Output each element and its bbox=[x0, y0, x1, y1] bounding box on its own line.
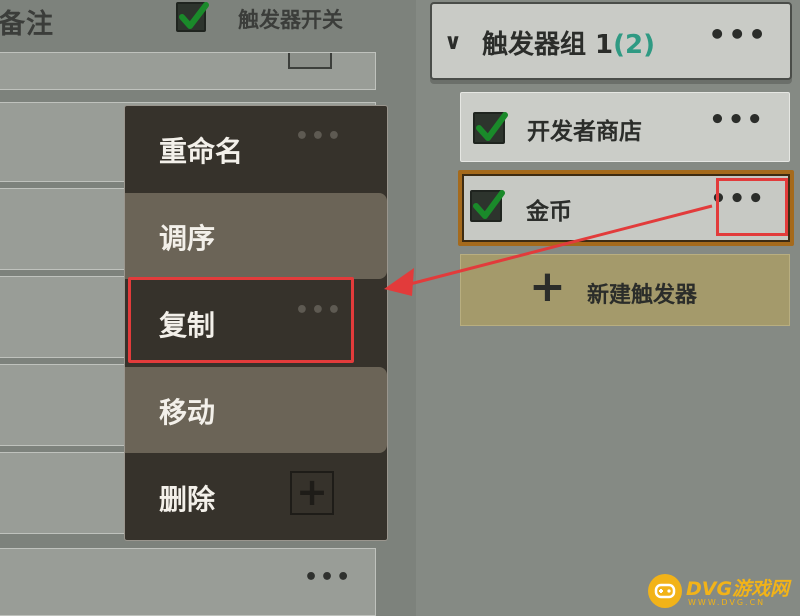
column-header-switch: 触发器开关 bbox=[238, 8, 343, 32]
checkmark-icon bbox=[179, 2, 209, 29]
new-trigger-button[interactable]: + 新建触发器 bbox=[460, 254, 790, 326]
chevron-down-icon[interactable]: ∨ bbox=[444, 30, 462, 55]
more-dots-icon: ••• bbox=[294, 124, 343, 149]
plus-icon: + bbox=[529, 261, 566, 312]
trigger-name: 金币 bbox=[526, 199, 572, 225]
menu-item-reorder[interactable]: 调序 bbox=[125, 193, 387, 279]
group-title-text: 触发器组 1 bbox=[482, 30, 614, 60]
more-dots-icon[interactable]: ••• bbox=[304, 565, 352, 590]
gamepad-logo-icon bbox=[648, 574, 682, 608]
plus-icon: + bbox=[290, 471, 334, 515]
highlight-box-copy bbox=[128, 277, 354, 363]
menu-item-label: 调序 bbox=[159, 222, 216, 255]
menu-item-label: 重命名 bbox=[159, 135, 244, 168]
group-count: (2) bbox=[613, 30, 656, 60]
row-more-button[interactable] bbox=[288, 53, 332, 69]
trigger-group-header[interactable]: ∨ 触发器组 1(2) ••• bbox=[430, 2, 792, 80]
menu-item-delete[interactable]: 删除 bbox=[125, 454, 387, 540]
menu-item-move[interactable]: 移动 bbox=[125, 367, 387, 453]
menu-item-label: 删除 bbox=[159, 483, 216, 516]
watermark: DVG游戏网 WWW.DVG.CN bbox=[648, 572, 798, 612]
list-row[interactable] bbox=[0, 52, 376, 90]
checkmark-icon bbox=[476, 112, 508, 141]
trigger-item[interactable]: 开发者商店 ••• bbox=[460, 92, 790, 162]
new-trigger-label: 新建触发器 bbox=[587, 283, 698, 308]
trigger-name: 开发者商店 bbox=[527, 119, 642, 145]
menu-item-label: 移动 bbox=[159, 396, 216, 429]
more-dots-icon[interactable]: ••• bbox=[709, 105, 765, 135]
more-dots-icon[interactable]: ••• bbox=[708, 18, 768, 51]
list-header: 备注 触发器开关 bbox=[0, 0, 416, 44]
watermark-text: DVG游戏网 bbox=[686, 578, 790, 600]
list-row[interactable]: ••• bbox=[0, 548, 376, 616]
group-title: 触发器组 1(2) bbox=[482, 24, 655, 61]
trigger-switch-checkbox[interactable] bbox=[176, 2, 209, 32]
highlight-box-more bbox=[716, 178, 788, 236]
menu-item-rename[interactable]: 重命名 ••• bbox=[125, 106, 387, 192]
trigger-enable-checkbox[interactable] bbox=[473, 112, 508, 144]
checkmark-icon bbox=[473, 190, 505, 219]
column-header-note: 备注 bbox=[0, 9, 54, 40]
watermark-subtext: WWW.DVG.CN bbox=[688, 598, 766, 607]
trigger-enable-checkbox[interactable] bbox=[470, 190, 505, 222]
